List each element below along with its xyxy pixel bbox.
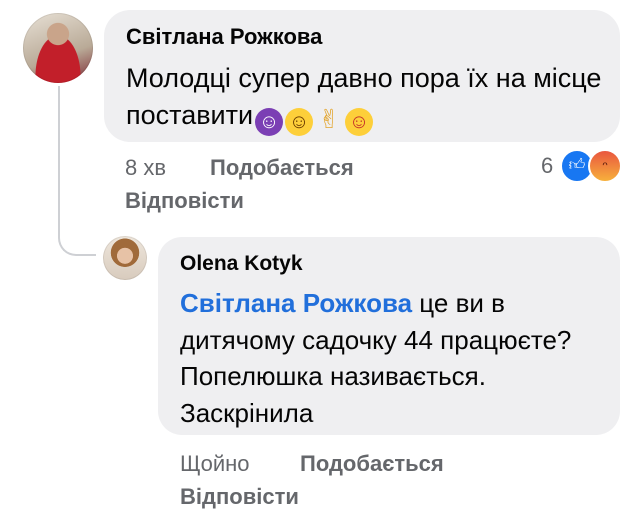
reply-author-name[interactable]: Olena Kotyk [180,252,303,276]
reply-like-button[interactable]: Подобається [300,451,444,477]
like-button[interactable]: Подобається [210,155,354,181]
comment-timestamp[interactable]: 8 хв [125,155,166,181]
angry-reaction-icon[interactable]: ᵔ [588,149,622,183]
victory-hand-icon: ✌ [318,104,340,135]
reply-reply-button[interactable]: Відповісти [180,484,299,510]
thread-connector [58,86,96,256]
reply-button[interactable]: Відповісти [125,188,244,214]
reply-avatar[interactable] [103,236,147,280]
reply-text: Світлана Рожкова це ви в дитячому садочк… [180,285,600,431]
smiling-devil-icon: ☺ [255,108,284,137]
emoji-group: ☺ ☺ ✌ ☺ [253,97,374,137]
comment-text: Молодці супер давно пора їх на місце пос… [126,60,606,137]
reaction-count[interactable]: 6 [541,153,553,179]
comment-author-name[interactable]: Світлана Рожкова [126,24,322,50]
face-with-tongue-icon: ☺ [345,108,374,137]
avatar[interactable] [23,13,93,83]
grinning-face-icon: ☺ [285,108,314,137]
reply-timestamp[interactable]: Щойно [180,451,250,477]
mention-link[interactable]: Світлана Рожкова [180,288,412,318]
